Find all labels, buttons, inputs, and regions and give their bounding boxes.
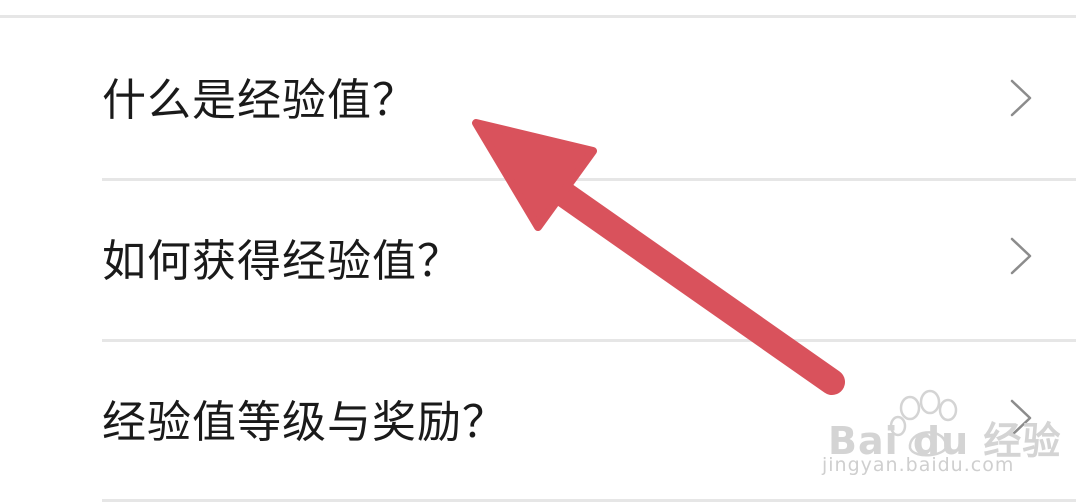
chevron-right-icon [1010,79,1032,117]
list-item-how-to-get-exp[interactable]: 如何获得经验值？ [0,181,1076,341]
list-item-label: 如何获得经验值？ [102,236,462,287]
help-list-screen: 什么是经验值？ 如何获得经验值？ 经验值等级与奖励？ Bai du 经验 jin… [0,0,1076,504]
watermark-url: jingyan.baidu.com [822,454,1015,476]
list-item-what-is-exp[interactable]: 什么是经验值？ [0,20,1076,180]
list-item-label: 经验值等级与奖励？ [102,397,507,448]
top-divider [0,15,1076,18]
chevron-right-icon [1010,237,1032,275]
list-item-label: 什么是经验值？ [102,75,417,126]
list-divider [102,499,1076,502]
